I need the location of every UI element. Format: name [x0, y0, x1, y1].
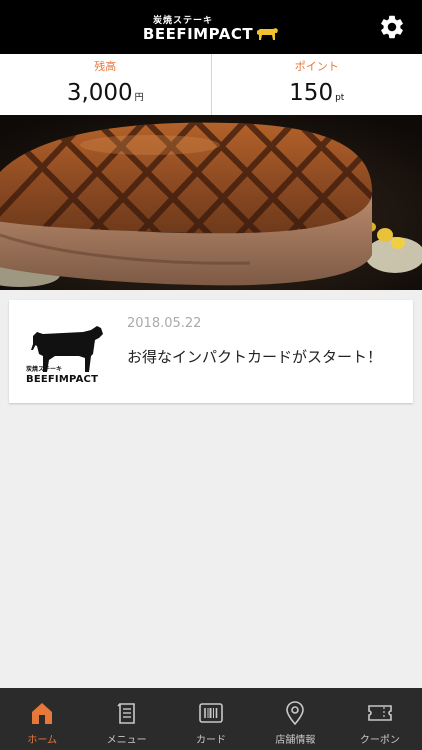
logo-title: BEEFIMPACT: [142, 25, 254, 43]
steak-hero-image: [0, 115, 422, 290]
tab-home[interactable]: ホーム: [0, 688, 84, 750]
news-item[interactable]: 炭焼ステーキ BEEFIMPACT 2018.05.22 お得なインパクトカード…: [9, 300, 413, 403]
gear-icon[interactable]: [378, 13, 406, 41]
cash-balance: 残高 3,000 円: [0, 54, 211, 115]
cash-balance-label: 残高: [94, 60, 117, 73]
menu-book-icon: [117, 703, 135, 724]
tab-menu-label: メニュー: [106, 735, 147, 746]
map-pin-icon: [286, 701, 305, 726]
points-balance-value: 150: [289, 80, 334, 106]
cow-logo-icon: [257, 28, 279, 40]
tab-card[interactable]: カード: [169, 688, 253, 750]
card-logo-subtitle: 炭焼ステーキ: [26, 366, 63, 373]
news-date: 2018.05.22: [127, 316, 202, 331]
barcode-card-icon: [199, 703, 223, 723]
tab-store-info-label: 店舗情報: [275, 735, 316, 746]
tab-card-label: カード: [196, 735, 227, 746]
brand-logo: 炭焼ステーキ BEEFIMPACT: [143, 16, 279, 42]
cash-balance-unit: 円: [134, 93, 144, 103]
points-balance-unit: pt: [335, 93, 345, 103]
home-icon: [32, 703, 53, 724]
coupon-icon: [368, 705, 392, 721]
tab-store-info[interactable]: 店舗情報: [253, 688, 337, 750]
logo-subtitle: 炭焼ステーキ: [152, 16, 213, 26]
tab-coupon-label: クーポン: [359, 735, 400, 746]
tab-coupon[interactable]: クーポン: [338, 688, 422, 750]
tab-menu[interactable]: メニュー: [84, 688, 168, 750]
balance-panel: 残高 3,000 円 ポイント 150 pt: [0, 54, 422, 115]
bottom-tab-bar: ホーム メニュー カード 店舗情報 クーポン: [0, 688, 422, 750]
app-header: 炭焼ステーキ BEEFIMPACT: [0, 0, 422, 54]
points-balance-label: ポイント: [294, 60, 339, 73]
news-title: お得なインパクトカードがスタート！: [127, 348, 383, 366]
card-logo-title: BEEFIMPACT: [26, 374, 99, 385]
cash-balance-value: 3,000: [66, 80, 133, 106]
points-balance: ポイント 150 pt: [210, 54, 422, 115]
tab-home-label: ホーム: [27, 735, 58, 746]
beefimpact-logo: 炭焼ステーキ BEEFIMPACT: [23, 316, 113, 388]
